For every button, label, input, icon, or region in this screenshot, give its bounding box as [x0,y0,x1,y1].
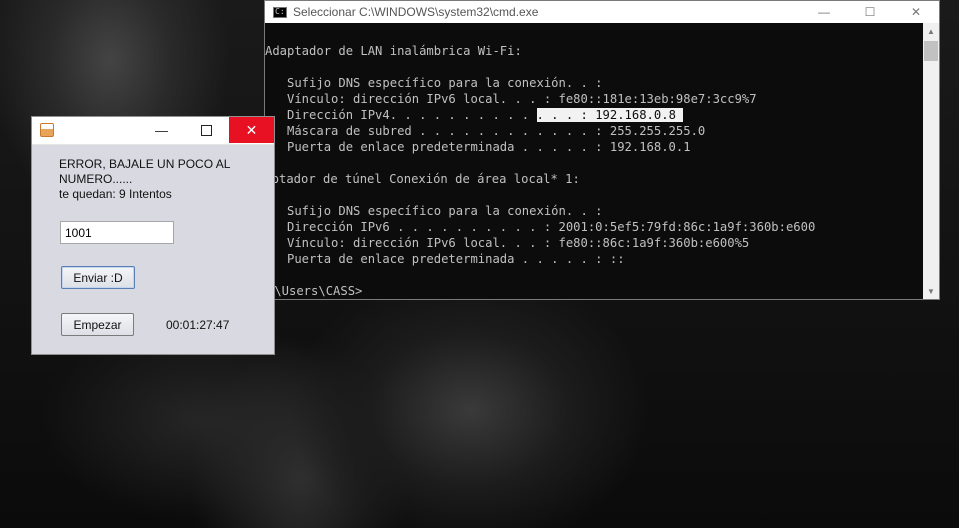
cmd-console-output[interactable]: Adaptador de LAN inalámbrica Wi-Fi: Sufi… [265,23,923,299]
number-input[interactable] [60,221,174,244]
console-prompt: :\Users\CASS> [267,284,363,298]
console-line-ipv4: Dirección IPv4. . . . . . . . . . . . . … [265,108,684,122]
console-line: Sufijo DNS específico para la conexión. … [265,204,603,218]
message-line: ERROR, BAJALE UN POCO AL [59,157,231,171]
scroll-down-arrow-icon[interactable]: ▼ [923,283,939,299]
java-maximize-button[interactable] [184,117,229,143]
cmd-window[interactable]: C: Seleccionar C:\WINDOWS\system32\cmd.e… [264,0,940,300]
maximize-icon [201,124,212,136]
java-minimize-button[interactable]: — [139,117,184,143]
scroll-up-arrow-icon[interactable]: ▲ [923,23,939,39]
scroll-thumb[interactable] [924,41,938,61]
cmd-titlebar[interactable]: C: Seleccionar C:\WINDOWS\system32\cmd.e… [265,1,939,23]
console-line: Máscara de subred . . . . . . . . . . . … [265,124,706,138]
cmd-window-title: Seleccionar C:\WINDOWS\system32\cmd.exe [293,5,539,19]
send-button[interactable]: Enviar :D [61,266,135,289]
console-line: Vínculo: dirección IPv6 local. . . : fe8… [265,92,757,106]
console-line: Dirección IPv6 . . . . . . . . . . : 200… [265,220,816,234]
console-line: Adaptador de LAN inalámbrica Wi-Fi: [265,44,522,58]
console-line: Puerta de enlace predeterminada . . . . … [265,140,691,154]
selected-text: . . . : 192.168.0.8 [536,108,684,122]
java-titlebar[interactable]: — ✕ [32,117,274,145]
result-message: ERROR, BAJALE UN POCO AL NUMERO...... te… [59,157,259,202]
console-line: Sufijo DNS específico para la conexión. … [265,76,603,90]
console-line: Vínculo: dirección IPv6 local. . . : fe8… [265,236,750,250]
cmd-scrollbar[interactable]: ▲ ▼ [923,23,939,299]
java-close-button[interactable]: ✕ [229,117,274,143]
console-line: Puerta de enlace predeterminada . . . . … [265,252,625,266]
cmd-close-button[interactable]: ✕ [893,1,939,23]
cmd-maximize-button[interactable]: ☐ [847,1,893,23]
start-button[interactable]: Empezar [61,313,134,336]
console-line: daptador de túnel Conexión de área local… [265,172,580,186]
java-coffee-icon [40,123,54,137]
elapsed-timer: 00:01:27:47 [166,318,230,332]
message-line: NUMERO...... [59,172,133,186]
cmd-minimize-button[interactable]: — [801,1,847,23]
cmd-app-icon: C: [273,6,287,18]
java-game-window[interactable]: — ✕ ERROR, BAJALE UN POCO AL NUMERO.....… [31,116,275,355]
attempts-remaining: te quedan: 9 Intentos [59,187,172,201]
